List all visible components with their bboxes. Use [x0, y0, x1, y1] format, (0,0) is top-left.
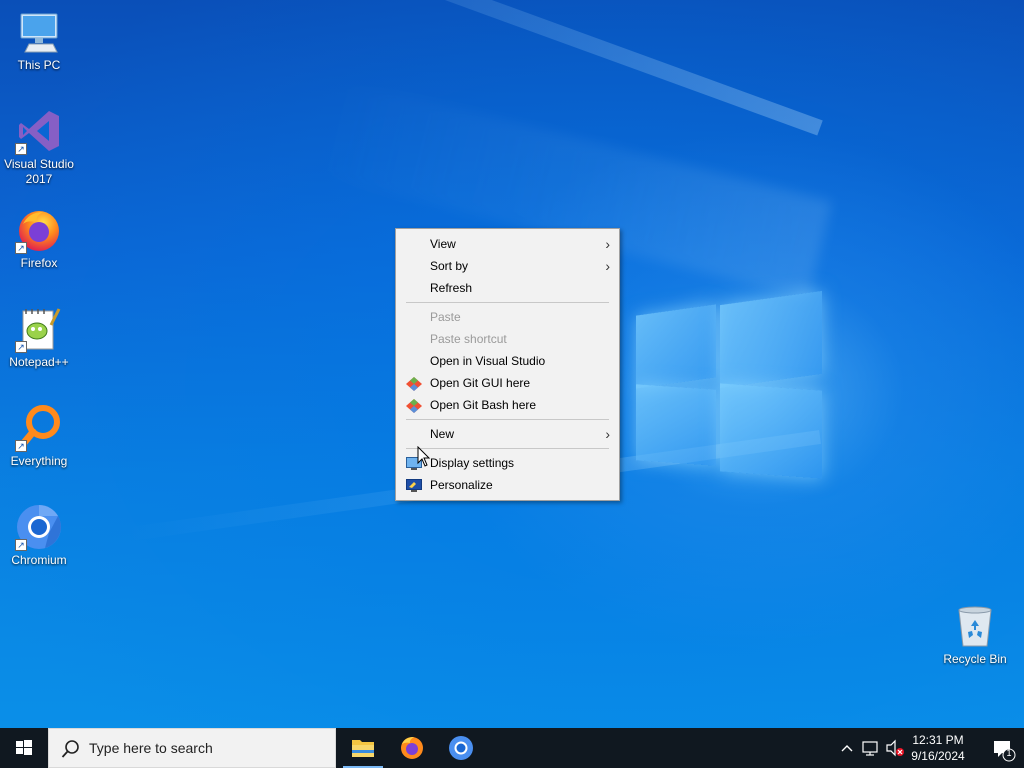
desktop-icon-this-pc[interactable]: This PC — [0, 8, 78, 73]
chevron-right-icon: › — [605, 258, 610, 274]
tray-overflow-button[interactable] — [838, 728, 856, 768]
taskbar: Type here to search 12:31 PM 9/16/2024 1 — [0, 728, 1024, 768]
firefox-icon — [401, 737, 423, 759]
shortcut-arrow-icon: ↗ — [15, 440, 27, 452]
personalize-icon — [406, 478, 422, 492]
taskbar-file-explorer[interactable] — [339, 728, 387, 768]
tray-network[interactable] — [860, 728, 882, 768]
chevron-up-icon — [841, 745, 853, 752]
firefox-icon: ↗ — [15, 206, 63, 254]
menu-item-paste[interactable]: Paste — [397, 306, 618, 328]
taskbar-firefox[interactable] — [388, 728, 436, 768]
start-button[interactable] — [0, 728, 48, 768]
shortcut-arrow-icon: ↗ — [15, 341, 27, 353]
search-icon — [61, 739, 81, 759]
recycle-bin-icon — [951, 602, 999, 650]
mouse-cursor-icon — [417, 445, 431, 468]
taskbar-clock[interactable]: 12:31 PM 9/16/2024 — [905, 732, 971, 764]
menu-item-open-in-visual-studio[interactable]: Open in Visual Studio — [397, 350, 618, 372]
menu-item-paste-shortcut[interactable]: Paste shortcut — [397, 328, 618, 350]
desktop[interactable]: This PC ↗ Visual Studio 2017 ↗ Firefox ↗… — [0, 0, 1024, 728]
light-ray — [159, 0, 823, 136]
action-center-button[interactable]: 1 — [980, 728, 1024, 768]
taskbar-search-box[interactable]: Type here to search — [48, 728, 336, 768]
chromium-icon: ↗ — [15, 503, 63, 551]
menu-item-sort-by[interactable]: Sort by › — [397, 255, 618, 277]
volume-muted-icon — [886, 739, 904, 757]
git-icon — [406, 376, 422, 391]
chevron-right-icon: › — [605, 236, 610, 252]
menu-item-personalize[interactable]: Personalize — [397, 474, 618, 496]
desktop-icon-recycle-bin[interactable]: Recycle Bin — [936, 602, 1014, 667]
desktop-icon-label: Firefox — [20, 256, 58, 270]
everything-search-icon: ↗ — [15, 404, 63, 452]
shortcut-arrow-icon: ↗ — [15, 242, 27, 254]
search-placeholder: Type here to search — [89, 740, 213, 756]
desktop-icon-firefox[interactable]: ↗ Firefox — [0, 206, 78, 271]
menu-item-view[interactable]: View › — [397, 233, 618, 255]
menu-separator — [406, 302, 609, 303]
file-explorer-icon — [352, 740, 374, 757]
git-icon — [406, 398, 422, 413]
notepad-plus-plus-icon: ↗ — [15, 305, 63, 353]
desktop-icon-label: Notepad++ — [9, 355, 69, 369]
computer-icon — [15, 8, 63, 56]
windows-start-icon — [16, 740, 32, 755]
menu-separator — [406, 448, 609, 449]
menu-item-open-git-bash[interactable]: Open Git Bash here — [397, 394, 618, 416]
windows-logo-wallpaper — [636, 288, 824, 482]
desktop-icon-everything[interactable]: ↗ Everything — [0, 404, 78, 469]
notification-icon — [994, 741, 1016, 762]
chevron-right-icon: › — [605, 426, 610, 442]
desktop-icon-notepad-plus-plus[interactable]: ↗ Notepad++ — [0, 305, 78, 370]
desktop-icon-label: Visual Studio 2017 — [4, 157, 74, 186]
chromium-icon — [449, 736, 473, 760]
menu-item-refresh[interactable]: Refresh — [397, 277, 618, 299]
shortcut-arrow-icon: ↗ — [15, 143, 27, 155]
menu-item-new[interactable]: New › — [397, 423, 618, 445]
desktop-icon-label: This PC — [17, 58, 61, 72]
taskbar-chromium[interactable] — [437, 728, 485, 768]
menu-item-open-git-gui[interactable]: Open Git GUI here — [397, 372, 618, 394]
tray-volume[interactable] — [884, 728, 906, 768]
desktop-icon-chromium[interactable]: ↗ Chromium — [0, 503, 78, 568]
shortcut-arrow-icon: ↗ — [15, 539, 27, 551]
notification-count-badge: 1 — [1006, 748, 1012, 758]
desktop-icon-visual-studio[interactable]: ↗ Visual Studio 2017 — [0, 107, 78, 187]
clock-date: 9/16/2024 — [911, 749, 965, 763]
visual-studio-icon: ↗ — [15, 107, 63, 155]
desktop-icon-label: Recycle Bin — [943, 652, 1007, 666]
desktop-icon-label: Chromium — [11, 553, 67, 567]
desktop-icon-label: Everything — [10, 454, 68, 468]
menu-separator — [406, 419, 609, 420]
clock-time: 12:31 PM — [912, 733, 964, 747]
network-icon — [862, 741, 878, 756]
